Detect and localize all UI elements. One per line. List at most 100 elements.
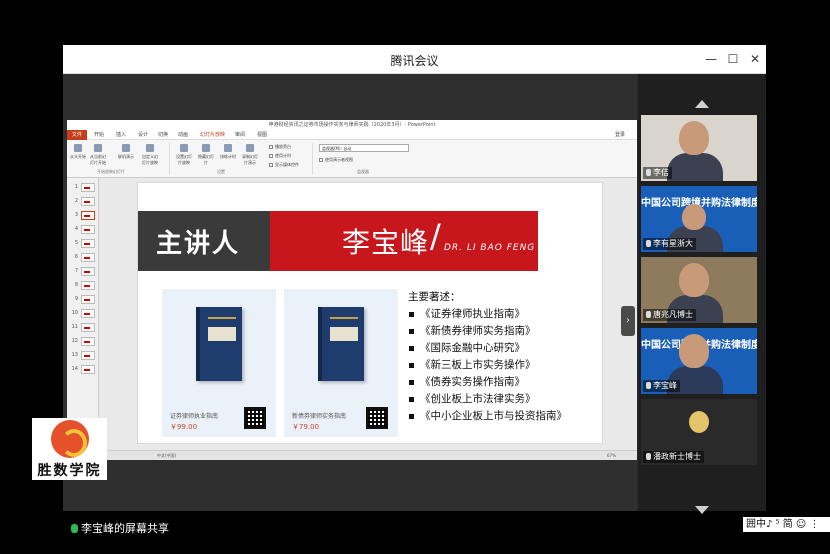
zoom-level[interactable]: 67% <box>607 453 616 458</box>
slide-thumbnail[interactable]: 3 <box>70 210 96 221</box>
logo-text: 胜数学院 <box>37 463 102 479</box>
window-title: 腾讯会议 <box>390 54 439 68</box>
works-item: 《新三板上市实务操作》 <box>408 357 598 374</box>
maximize-button[interactable]: ☐ <box>722 49 744 69</box>
tab-review[interactable]: 审阅 <box>235 131 245 138</box>
custom-show-button[interactable]: 自定义幻灯片放映 <box>141 144 159 166</box>
slide-thumbnail[interactable]: 12 <box>70 336 96 347</box>
slide-thumbnail-number: 12 <box>71 338 78 344</box>
slide-thumbnail-preview <box>81 211 95 220</box>
participant-video <box>682 204 706 230</box>
scroll-up-icon[interactable] <box>695 100 709 108</box>
custom-slides-icon <box>146 144 154 152</box>
screen-share-label: 李宝峰的屏幕共享 <box>67 521 173 537</box>
slide-thumbnail[interactable]: 5 <box>70 238 96 249</box>
tab-design[interactable]: 设计 <box>138 131 148 138</box>
participant-video <box>679 121 709 155</box>
slide-thumbnail-preview <box>81 253 95 262</box>
group-label-setup: 设置 <box>217 169 225 174</box>
online-present-button[interactable]: 联机演示 <box>117 144 135 160</box>
minimize-button[interactable]: — <box>700 49 722 69</box>
slide-thumbnail-number: 1 <box>74 184 78 190</box>
ribbon-separator <box>312 143 313 175</box>
slide-thumbnail[interactable]: 7 <box>70 266 96 277</box>
participant-tile[interactable]: 中国公司跨境并购法律制度与实践 李有星浙大 <box>641 186 757 252</box>
scroll-down-icon[interactable] <box>695 506 709 514</box>
group-label-start: 开始放映幻灯片 <box>97 169 125 174</box>
slide-thumbnail[interactable]: 9 <box>70 294 96 305</box>
works-item: 《国际金融中心研究》 <box>408 340 598 357</box>
slide-thumbnails: 1 2 3 4 5 6 7 8 9 10 11 12 13 14 <box>67 178 99 450</box>
hide-slide-button[interactable]: 隐藏幻灯片 <box>197 144 215 166</box>
participant-name-tag: 李宝峰 <box>643 380 680 392</box>
speaker-name-banner: 李宝峰 / DR. LI BAO FENG <box>270 211 538 271</box>
avatar <box>689 411 709 433</box>
mic-icon <box>646 382 651 389</box>
slide-thumbnail[interactable]: 8 <box>70 280 96 291</box>
participant-video <box>679 334 709 368</box>
works-item: 《债券实务操作指南》 <box>408 374 598 391</box>
tab-home[interactable]: 开始 <box>94 131 104 138</box>
participant-tile[interactable]: 唐兆凡博士 <box>641 257 757 323</box>
slide-thumbnail[interactable]: 1 <box>70 182 96 193</box>
slide-thumbnail-preview <box>81 197 95 206</box>
timings-checkbox[interactable]: 使用计时 <box>269 153 291 159</box>
tab-insert[interactable]: 插入 <box>116 131 126 138</box>
book-card: 证券律师执业指南 ￥99.00 <box>162 289 276 437</box>
monitor-select[interactable]: 监视器(M): 自动 <box>319 144 409 152</box>
slide-thumbnail-preview <box>81 295 95 304</box>
tab-transitions[interactable]: 切换 <box>158 131 168 138</box>
watermark-logo: 胜数学院 <box>32 418 107 480</box>
rehearse-button[interactable]: 排练计时 <box>219 144 237 160</box>
play-icon <box>74 144 82 152</box>
ime-toolbar[interactable]: 囲中♪ ⁵ 简 ☺ ⋮ <box>743 517 830 532</box>
speaker-name: 李宝峰 <box>342 226 430 259</box>
tab-file[interactable]: 文件 <box>67 130 87 140</box>
works-item: 《新债券律师实务指南》 <box>408 323 598 340</box>
slide-thumbnail-number: 11 <box>71 324 78 330</box>
slide-thumbnail-preview <box>81 309 95 318</box>
slide-thumbnail-preview <box>81 351 95 360</box>
ribbon-tabs: 文件 开始 插入 设计 切换 动画 幻灯片放映 审阅 视图 登录 <box>67 130 637 140</box>
participant-tile[interactable]: 潘政新士博士 <box>641 399 757 465</box>
participant-name-tag: 李佶 <box>643 167 672 179</box>
participant-tile[interactable]: 李佶 <box>641 115 757 181</box>
slide-thumbnail-preview <box>81 323 95 332</box>
mic-icon <box>646 240 651 247</box>
slide-thumbnail-number: 5 <box>74 240 78 246</box>
logo-icon <box>51 420 89 458</box>
slide-thumbnail-number: 4 <box>74 226 78 232</box>
tab-view[interactable]: 视图 <box>257 131 267 138</box>
screen: 腾讯会议 — ☐ ✕ 申港财经资讯之证券市场操作实务与律师实践（2020年3月）… <box>0 0 830 554</box>
slide-thumbnail[interactable]: 13 <box>70 350 96 361</box>
presenter-view-checkbox[interactable]: 使用演示者视图 <box>319 157 353 163</box>
group-label-monitor: 监视器 <box>357 169 369 174</box>
login-link[interactable]: 登录 <box>615 131 625 138</box>
slide-thumbnail[interactable]: 11 <box>70 322 96 333</box>
participant-video <box>679 263 709 297</box>
from-beginning-button[interactable]: 从头开始 <box>69 144 87 160</box>
participant-tile[interactable]: 中国公司跨境并购法律制度与实践 李宝峰 <box>641 328 757 394</box>
slide-thumbnail[interactable]: 4 <box>70 224 96 235</box>
tab-slideshow[interactable]: 幻灯片放映 <box>200 131 225 138</box>
media-controls-checkbox[interactable]: 显示媒体控件 <box>269 162 299 168</box>
setup-show-button[interactable]: 设置幻灯片放映 <box>175 144 193 166</box>
from-current-button[interactable]: 从当前幻灯片开始 <box>89 144 107 166</box>
participant-name-tag: 唐兆凡博士 <box>643 309 696 321</box>
slide-thumbnail[interactable]: 2 <box>70 196 96 207</box>
slide-thumbnail-number: 9 <box>74 296 78 302</box>
close-button[interactable]: ✕ <box>744 49 766 69</box>
participant-name-tag: 李有星浙大 <box>643 238 696 250</box>
slide-thumbnail[interactable]: 10 <box>70 308 96 319</box>
tab-animations[interactable]: 动画 <box>178 131 188 138</box>
mic-icon <box>646 311 651 318</box>
slide-thumbnail[interactable]: 14 <box>70 364 96 375</box>
slide-thumbnail[interactable]: 6 <box>70 252 96 263</box>
book-cover <box>318 307 364 381</box>
record-button[interactable]: 录制幻灯片演示 <box>241 144 259 166</box>
slide-thumbnail-preview <box>81 183 95 192</box>
collapse-panel-button[interactable]: › <box>621 306 635 336</box>
speaker-name-english: DR. LI BAO FENG <box>444 243 536 253</box>
narration-checkbox[interactable]: 播放旁白 <box>269 144 291 150</box>
mic-icon <box>71 524 78 533</box>
